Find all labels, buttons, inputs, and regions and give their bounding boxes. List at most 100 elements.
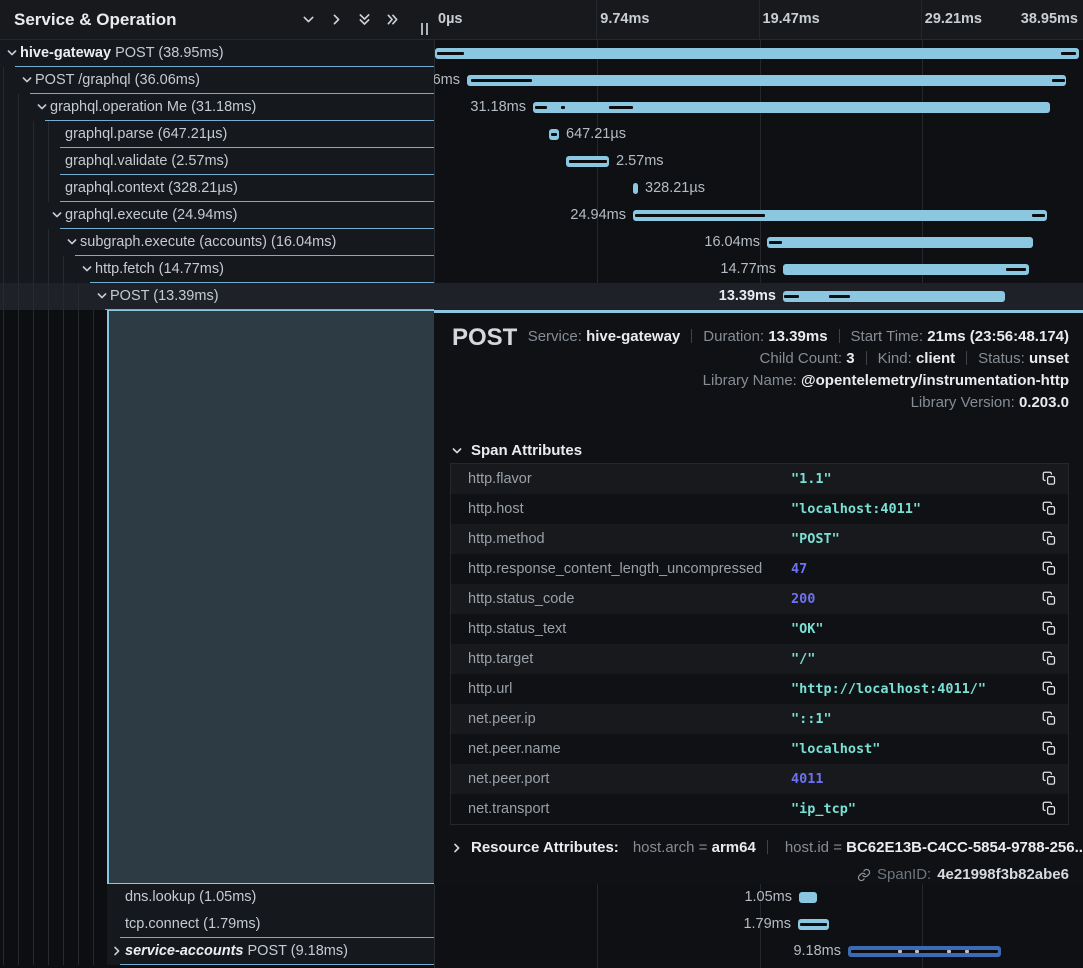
timeline-cell[interactable]: 9.18ms — [434, 938, 1083, 965]
copy-icon[interactable] — [1042, 591, 1057, 606]
span-name-cell[interactable]: graphql.validate (2.57ms) — [0, 148, 434, 175]
panel-title: Service & Operation — [14, 10, 301, 30]
timeline-cell[interactable]: 36.06ms — [434, 67, 1083, 94]
span-row[interactable]: hive-gateway POST (38.95ms) — [0, 40, 1083, 67]
separator — [691, 329, 692, 343]
span-label: dns.lookup (1.05ms) — [125, 884, 256, 911]
child-span-marker — [609, 106, 633, 109]
timeline-cell[interactable]: 14.77ms — [434, 256, 1083, 283]
span-name-cell[interactable]: graphql.parse (647.21µs) — [0, 121, 434, 148]
timeline-cell[interactable]: 647.21µs — [434, 121, 1083, 148]
copy-icon[interactable] — [1042, 681, 1057, 696]
attribute-row: net.peer.name"localhost" — [451, 734, 1068, 764]
span-name-cell[interactable]: http.fetch (14.77ms) — [0, 256, 434, 283]
attribute-key: http.flavor — [468, 464, 532, 494]
span-row[interactable]: POST (13.39ms)13.39ms — [0, 283, 1083, 310]
timeline-cell[interactable]: 1.79ms — [434, 911, 1083, 938]
child-span-marker — [1006, 268, 1026, 271]
bar-duration-label: 328.21µs — [645, 175, 705, 202]
panel-resize-handle-icon[interactable] — [421, 23, 428, 35]
span-attributes-section-header[interactable]: Span Attributes — [451, 442, 582, 459]
separator — [767, 840, 768, 854]
span-duration-bar[interactable] — [566, 156, 609, 167]
span-name-cell[interactable]: graphql.operation Me (31.18ms) — [0, 94, 434, 121]
span-row[interactable]: graphql.execute (24.94ms)24.94ms — [0, 202, 1083, 229]
span-name-cell[interactable]: POST (13.39ms) — [0, 283, 434, 310]
expand-caret-icon[interactable] — [111, 945, 123, 957]
span-row[interactable]: dns.lookup (1.05ms) 1.05ms — [0, 884, 1083, 911]
link-icon[interactable] — [857, 868, 871, 882]
span-duration-bar[interactable] — [783, 264, 1029, 275]
span-row[interactable]: graphql.context (328.21µs) 328.21µs — [0, 175, 1083, 202]
timeline-cell[interactable]: 16.04ms — [434, 229, 1083, 256]
attribute-row: http.url"http://localhost:4011/" — [451, 674, 1068, 704]
span-duration-bar[interactable] — [435, 48, 1079, 59]
span-name-cell[interactable]: dns.lookup (1.05ms) — [0, 884, 434, 911]
span-name-cell[interactable]: POST /graphql (36.06ms) — [0, 67, 434, 94]
timeline-cell[interactable]: 13.39ms — [434, 283, 1083, 310]
span-duration-bar[interactable] — [767, 237, 1033, 248]
span-row[interactable]: graphql.validate (2.57ms)2.57ms — [0, 148, 1083, 175]
collapse-caret-icon[interactable] — [6, 47, 18, 59]
span-row[interactable]: http.fetch (14.77ms) 14.77ms — [0, 256, 1083, 283]
timeline-cell[interactable]: 1.05ms — [434, 884, 1083, 911]
indent-guide — [33, 884, 34, 911]
indent-guide — [18, 938, 19, 965]
span-label: POST /graphql (36.06ms) — [35, 67, 200, 94]
operation-name: http.fetch (14.77ms) — [95, 261, 224, 277]
span-row[interactable]: service-accounts POST (9.18ms)9.18ms — [0, 938, 1083, 965]
copy-icon[interactable] — [1042, 471, 1057, 486]
span-name-cell[interactable]: graphql.context (328.21µs) — [0, 175, 434, 202]
copy-icon[interactable] — [1042, 561, 1057, 576]
collapse-caret-icon[interactable] — [21, 74, 33, 86]
timeline-cell[interactable]: 24.94ms — [434, 202, 1083, 229]
span-duration-bar[interactable] — [633, 210, 1047, 221]
span-duration-bar[interactable] — [799, 892, 817, 903]
resource-attributes-row[interactable]: Resource Attributes: host.arch = arm64ho… — [451, 839, 1083, 856]
span-duration-bar[interactable] — [633, 183, 638, 194]
indent-guide — [3, 94, 4, 121]
span-duration-bar[interactable] — [549, 129, 559, 140]
timeline-cell[interactable]: 31.18ms — [434, 94, 1083, 121]
double-chevron-down-icon[interactable] — [357, 12, 372, 27]
attribute-key: http.method — [468, 524, 545, 554]
span-duration-bar[interactable] — [783, 291, 1005, 302]
double-chevron-right-icon[interactable] — [385, 12, 400, 27]
copy-icon[interactable] — [1042, 651, 1057, 666]
chevron-down-icon[interactable] — [301, 12, 316, 27]
span-row[interactable]: graphql.operation Me (31.18ms)31.18ms — [0, 94, 1083, 121]
copy-icon[interactable] — [1042, 501, 1057, 516]
chevron-right-icon[interactable] — [329, 12, 344, 27]
span-duration-bar[interactable] — [533, 102, 1050, 113]
span-duration-bar[interactable] — [848, 946, 1001, 957]
timeline-cell[interactable]: 2.57ms — [434, 148, 1083, 175]
span-name-cell[interactable]: service-accounts POST (9.18ms) — [0, 938, 434, 965]
collapse-caret-icon[interactable] — [81, 263, 93, 275]
collapse-caret-icon[interactable] — [36, 101, 48, 113]
span-duration-bar[interactable] — [798, 919, 829, 930]
collapse-caret-icon[interactable] — [51, 209, 63, 221]
collapse-caret-icon[interactable] — [66, 236, 78, 248]
timeline-cell[interactable]: 328.21µs — [434, 175, 1083, 202]
span-row[interactable]: graphql.parse (647.21µs)647.21µs — [0, 121, 1083, 148]
collapse-caret-icon[interactable] — [96, 290, 108, 302]
span-row[interactable]: POST /graphql (36.06ms) 36.06ms — [0, 67, 1083, 94]
attribute-row: net.peer.port4011 — [451, 764, 1068, 794]
timeline-cell[interactable] — [434, 40, 1083, 67]
operation-name: graphql.context (328.21µs) — [65, 180, 238, 196]
span-name-cell[interactable]: subgraph.execute (accounts) (16.04ms) — [0, 229, 434, 256]
overview-field-label: Start Time: — [851, 328, 928, 345]
copy-icon[interactable] — [1042, 801, 1057, 816]
copy-icon[interactable] — [1042, 771, 1057, 786]
span-row[interactable]: tcp.connect (1.79ms)1.79ms — [0, 911, 1083, 938]
copy-icon[interactable] — [1042, 741, 1057, 756]
copy-icon[interactable] — [1042, 711, 1057, 726]
span-row[interactable]: subgraph.execute (accounts) (16.04ms)16.… — [0, 229, 1083, 256]
span-name-cell[interactable]: tcp.connect (1.79ms) — [0, 911, 434, 938]
span-name-cell[interactable]: hive-gateway POST (38.95ms) — [0, 40, 434, 67]
copy-icon[interactable] — [1042, 621, 1057, 636]
span-name-cell[interactable]: graphql.execute (24.94ms) — [0, 202, 434, 229]
span-overview-line: Service: hive-gatewayDuration: 13.39msSt… — [528, 326, 1069, 348]
span-duration-bar[interactable] — [467, 75, 1066, 86]
copy-icon[interactable] — [1042, 531, 1057, 546]
